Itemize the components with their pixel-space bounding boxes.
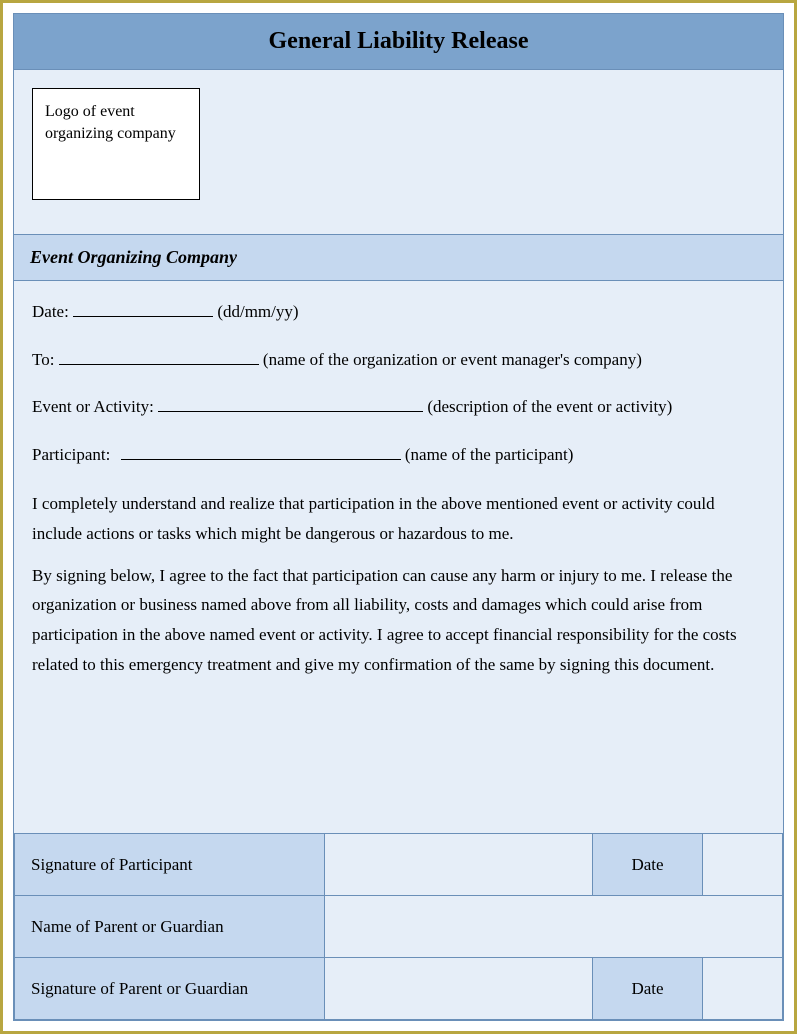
logo-placeholder: Logo of event organizing company	[32, 88, 200, 200]
paragraph-2: By signing below, I agree to the fact th…	[32, 561, 765, 680]
event-row: Event or Activity: (description of the e…	[32, 394, 765, 420]
guardian-sig-label: Signature of Parent or Guardian	[15, 958, 325, 1020]
participant-hint: (name of the participant)	[405, 445, 574, 464]
event-label: Event or Activity:	[32, 397, 154, 416]
paragraph-1: I completely understand and realize that…	[32, 489, 765, 549]
guardian-name-row: Name of Parent or Guardian	[15, 896, 783, 958]
participant-date-field[interactable]	[703, 834, 783, 896]
guardian-name-label: Name of Parent or Guardian	[15, 896, 325, 958]
company-header: Event Organizing Company	[14, 235, 783, 281]
to-input-line[interactable]	[59, 348, 259, 365]
form-title: General Liability Release	[14, 14, 783, 70]
participant-date-label: Date	[593, 834, 703, 896]
event-hint: (description of the event or activity)	[427, 397, 672, 416]
date-hint: (dd/mm/yy)	[217, 302, 298, 321]
participant-sig-label: Signature of Participant	[15, 834, 325, 896]
participant-sig-field[interactable]	[325, 834, 593, 896]
to-row: To: (name of the organization or event m…	[32, 347, 765, 373]
date-label: Date:	[32, 302, 69, 321]
document-page: General Liability Release Logo of event …	[0, 0, 797, 1034]
participant-row: Participant: (name of the participant)	[32, 442, 765, 468]
guardian-date-field[interactable]	[703, 958, 783, 1020]
guardian-sig-field[interactable]	[325, 958, 593, 1020]
guardian-name-field[interactable]	[325, 896, 783, 958]
guardian-date-label: Date	[593, 958, 703, 1020]
logo-section: Logo of event organizing company	[14, 70, 783, 235]
form-body: Date: (dd/mm/yy) To: (name of the organi…	[14, 281, 783, 833]
to-hint: (name of the organization or event manag…	[263, 350, 642, 369]
date-input-line[interactable]	[73, 300, 213, 317]
guardian-signature-row: Signature of Parent or Guardian Date	[15, 958, 783, 1020]
participant-input-line[interactable]	[121, 443, 401, 460]
participant-signature-row: Signature of Participant Date	[15, 834, 783, 896]
signature-table: Signature of Participant Date Name of Pa…	[14, 833, 783, 1020]
to-label: To:	[32, 350, 54, 369]
event-input-line[interactable]	[158, 395, 423, 412]
form-container: General Liability Release Logo of event …	[13, 13, 784, 1021]
date-row: Date: (dd/mm/yy)	[32, 299, 765, 325]
participant-label: Participant:	[32, 445, 110, 464]
